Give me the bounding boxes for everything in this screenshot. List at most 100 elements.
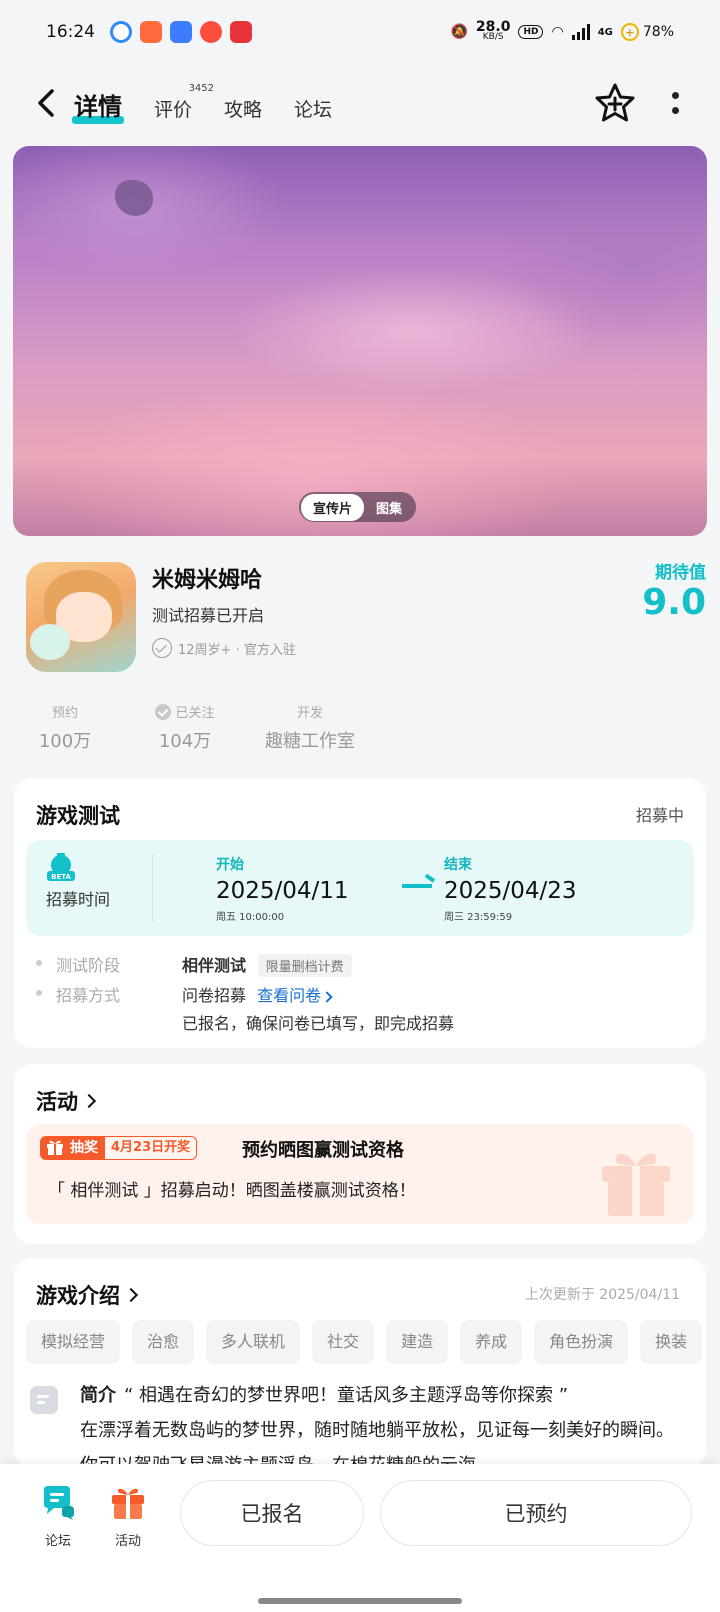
back-arrow-icon[interactable] xyxy=(30,86,64,120)
beta-test-icon: BETA xyxy=(47,853,75,881)
toggle-trailer[interactable]: 宣传片 xyxy=(301,493,365,521)
genre-tag[interactable]: 建造 xyxy=(386,1320,449,1364)
signed-up-button[interactable]: 已报名 xyxy=(180,1480,364,1546)
recruit-method-row: 招募方式 问卷招募 查看问卷 已报名，确保问卷已填写，即完成招募 xyxy=(36,982,454,1034)
favorite-star-icon[interactable] xyxy=(594,82,636,124)
genre-tags: 模拟经营 治愈 多人联机 社交 建造 养成 角色扮演 换装 xyxy=(26,1320,706,1364)
expectation-rating: 期待值 9.0 xyxy=(642,558,706,623)
signal-icon xyxy=(571,24,590,40)
network-type: 4G xyxy=(597,26,613,38)
test-phase-value: 相伴测试 xyxy=(182,956,247,975)
mute-icon: 🔕 xyxy=(450,24,468,40)
view-survey-link[interactable]: 查看问卷 xyxy=(257,986,333,1005)
stat-followers[interactable]: 已关注 104万 xyxy=(150,702,220,753)
battery-indicator: + 78% xyxy=(620,23,674,41)
gift-decoration-icon xyxy=(602,1153,670,1216)
svg-text:BETA: BETA xyxy=(51,873,71,881)
forum-chat-icon xyxy=(44,1486,74,1520)
game-test-title: 游戏测试 xyxy=(36,804,120,828)
chevron-right-icon xyxy=(123,1287,139,1303)
reserved-button[interactable]: 已预约 xyxy=(380,1480,692,1546)
rating-value: 9.0 xyxy=(642,582,706,623)
game-intro-card: 游戏介绍 上次更新于 2025/04/11 模拟经营 治愈 多人联机 社交 建造… xyxy=(14,1258,706,1476)
recruit-method-value: 问卷招募 xyxy=(182,986,247,1005)
app-notification-icon xyxy=(140,21,162,43)
status-bar: 16:24 🔕 28.0 KB/S HD ◠ 4G + 78% xyxy=(0,0,720,64)
intro-doc-icon xyxy=(30,1386,58,1414)
bottom-activity-button[interactable]: 活动 xyxy=(98,1484,158,1549)
chevron-right-icon xyxy=(81,1093,97,1109)
game-info: 米姆米姆哈 测试招募已开启 12周岁+ · 官方入驻 期待值 9.0 xyxy=(26,562,706,672)
game-title: 米姆米姆哈 xyxy=(152,568,263,593)
lottery-date: 4月23日开奖 xyxy=(104,1136,198,1160)
game-test-card: 游戏测试 招募中 BETA 招募时间 开始 2025/04/11 周五 10:0… xyxy=(14,778,706,1048)
stat-reservations: 预约 100万 xyxy=(38,706,92,752)
divider xyxy=(152,854,153,922)
promo-media-banner[interactable]: 宣传片 图集 xyxy=(13,146,707,536)
test-phase-tag: 限量删档计费 xyxy=(257,954,352,977)
top-navigation: 详情 评价 3452 攻略 论坛 xyxy=(0,70,720,134)
app-notification-icon xyxy=(170,21,192,43)
end-time: 结束 2025/04/23 周三 23:59:59 xyxy=(444,857,577,923)
media-toggle: 宣传片 图集 xyxy=(299,492,417,522)
genre-tag[interactable]: 养成 xyxy=(460,1320,523,1364)
app-notification-icon xyxy=(110,21,132,43)
genre-tag[interactable]: 角色扮演 xyxy=(534,1320,629,1364)
arrow-right-icon xyxy=(402,884,432,888)
verified-check-icon xyxy=(152,638,172,658)
activity-description: 「 相伴测试 」招募启动！晒图盖楼赢测试资格！ xyxy=(48,1181,416,1201)
net-speed: 28.0 KB/S xyxy=(475,19,511,42)
game-app-icon xyxy=(26,562,136,672)
status-time: 16:24 xyxy=(46,22,95,42)
battery-saver-icon: + xyxy=(620,23,639,41)
more-options-icon[interactable] xyxy=(660,84,690,122)
activity-headline: 预约晒图赢测试资格 xyxy=(242,1140,404,1161)
home-indicator[interactable] xyxy=(258,1598,462,1604)
age-rating-text: 12周岁+ · 官方入驻 xyxy=(178,642,296,658)
game-meta: 12周岁+ · 官方入驻 xyxy=(152,638,296,658)
bottom-forum-button[interactable]: 论坛 xyxy=(28,1484,88,1549)
app-notification-icon xyxy=(230,21,252,43)
genre-tag[interactable]: 模拟经营 xyxy=(26,1320,121,1364)
tab-reviews-label: 评价 xyxy=(154,99,193,121)
game-stats: 预约 100万 已关注 104万 开发 趣糖工作室 xyxy=(26,702,706,756)
bottom-action-bar: 论坛 活动 已报名 已预约 xyxy=(0,1464,720,1612)
activity-item[interactable]: 抽奖 4月23日开奖 预约晒图赢测试资格 「 相伴测试 」招募启动！晒图盖楼赢测… xyxy=(26,1124,694,1224)
activity-card: 活动 抽奖 4月23日开奖 预约晒图赢测试资格 「 相伴测试 」招募启动！晒图盖… xyxy=(14,1064,706,1244)
recruit-note: 已报名，确保问卷已填写，即完成招募 xyxy=(182,1014,455,1033)
stat-developer[interactable]: 开发 趣糖工作室 xyxy=(260,702,360,753)
intro-quote: “ 相遇在奇幻的梦世界吧！童话风多主题浮岛等你探索 ” xyxy=(124,1385,569,1406)
recruit-time-label: 招募时间 xyxy=(46,890,111,909)
tab-guides[interactable]: 攻略 xyxy=(224,95,262,122)
chevron-right-icon xyxy=(321,991,333,1003)
review-count-badge: 3452 xyxy=(188,83,215,94)
tab-forum[interactable]: 论坛 xyxy=(294,95,332,122)
floating-island-image xyxy=(115,180,153,216)
genre-tag[interactable]: 治愈 xyxy=(132,1320,195,1364)
game-subtitle: 测试招募已开启 xyxy=(152,606,265,625)
genre-tag[interactable]: 社交 xyxy=(312,1320,375,1364)
genre-tag[interactable]: 换装 xyxy=(640,1320,703,1364)
hd-icon: HD xyxy=(518,25,544,39)
app-notification-icon xyxy=(200,21,222,43)
game-intro-title-link[interactable]: 游戏介绍 xyxy=(36,1280,139,1310)
recruit-status: 招募中 xyxy=(635,806,684,825)
gift-icon xyxy=(47,1140,63,1155)
tab-bar: 详情 评价 3452 攻略 论坛 xyxy=(72,82,364,124)
notification-icons xyxy=(110,21,252,43)
start-time: 开始 2025/04/11 周五 10:00:00 xyxy=(216,857,349,923)
followed-check-icon xyxy=(155,703,172,720)
toggle-gallery[interactable]: 图集 xyxy=(364,494,414,521)
tab-details[interactable]: 详情 xyxy=(72,87,124,124)
last-updated: 上次更新于 2025/04/11 xyxy=(524,1287,680,1303)
intro-label: 简介 xyxy=(80,1385,116,1406)
wifi-icon: ◠ xyxy=(551,24,564,40)
lottery-badge: 抽奖 4月23日开奖 xyxy=(40,1136,198,1160)
activity-gift-icon xyxy=(112,1488,144,1519)
activity-title-link[interactable]: 活动 xyxy=(36,1086,97,1116)
genre-tag[interactable]: 多人联机 xyxy=(206,1320,301,1364)
recruit-time-box: BETA 招募时间 开始 2025/04/11 周五 10:00:00 结束 2… xyxy=(26,840,694,936)
rating-label: 期待值 xyxy=(655,563,706,583)
tab-reviews[interactable]: 评价 3452 xyxy=(154,83,214,122)
test-phase-row: 测试阶段 相伴测试 限量删档计费 xyxy=(36,952,352,977)
